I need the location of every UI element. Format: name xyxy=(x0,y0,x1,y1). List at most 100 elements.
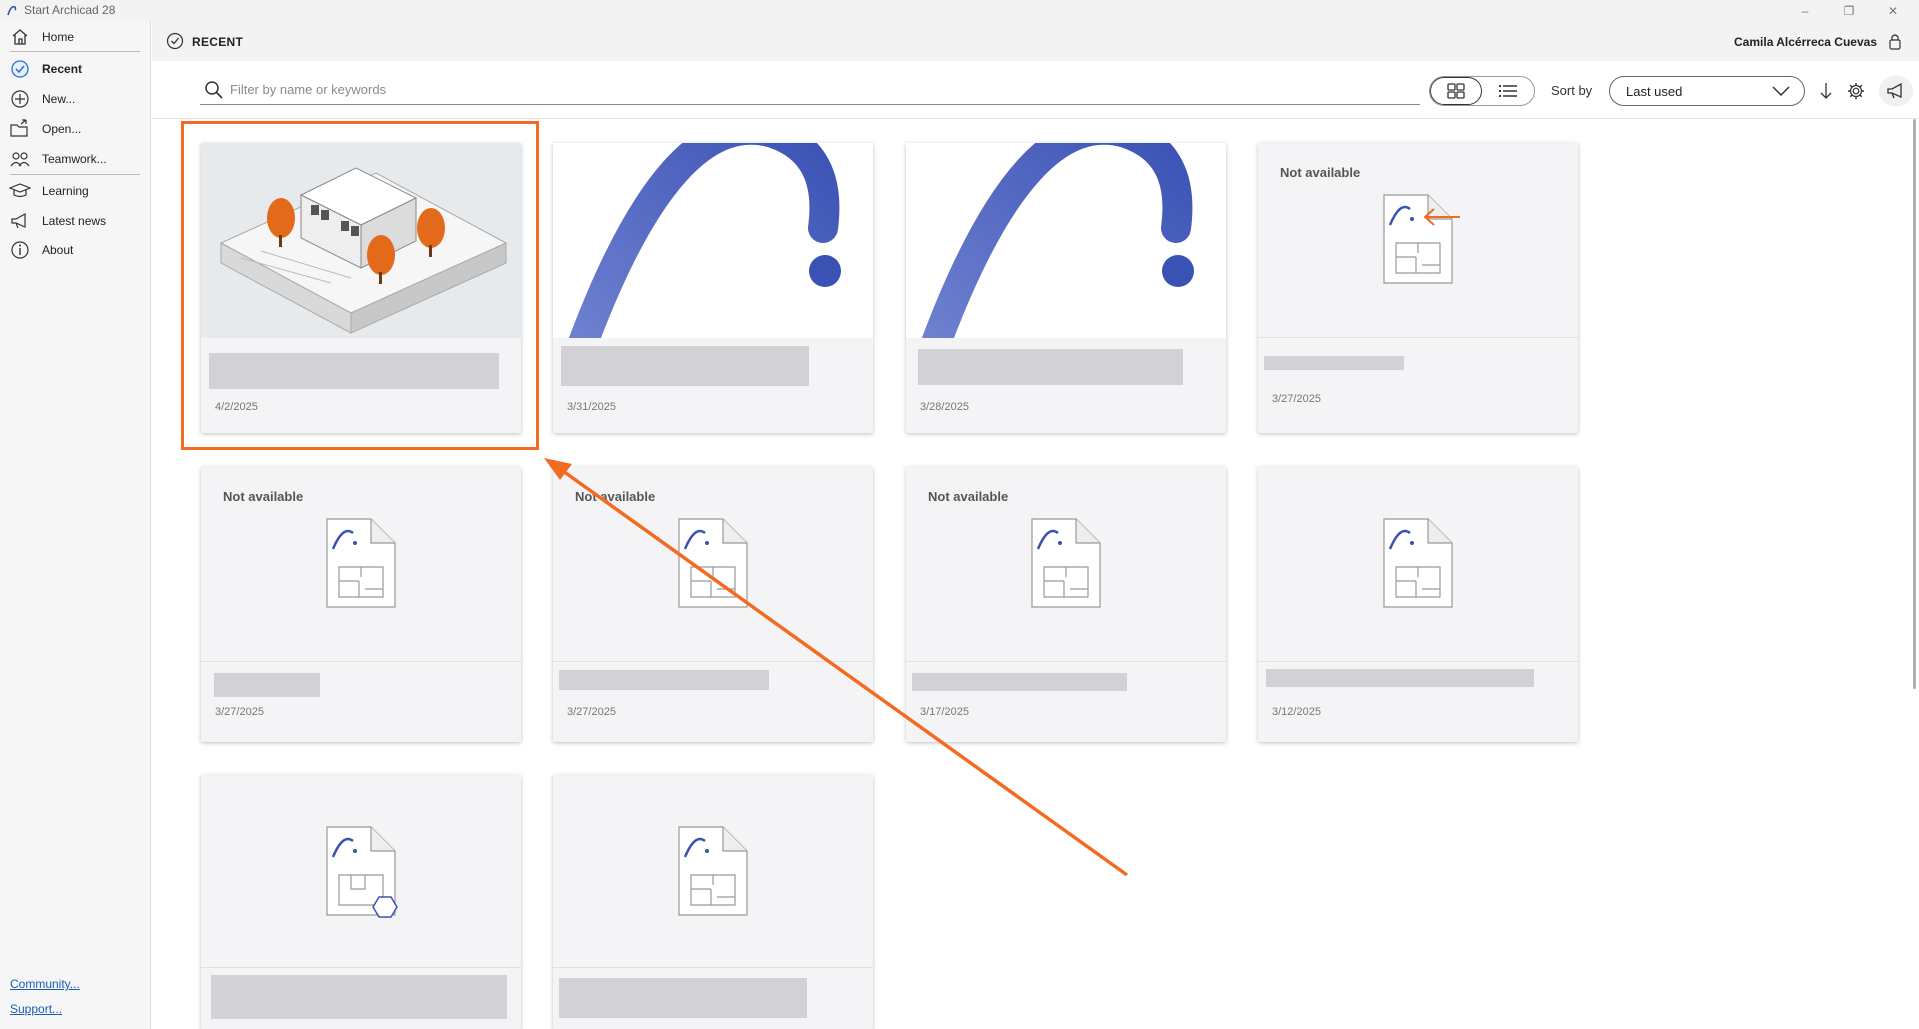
user-name[interactable]: Camila Alcérreca Cuevas xyxy=(1734,35,1877,49)
sort-label: Sort by xyxy=(1551,83,1593,98)
grid-view-button[interactable] xyxy=(1430,77,1483,105)
project-date: 3/28/2025 xyxy=(920,401,969,413)
toolbar: Sort by Last used xyxy=(152,61,1919,119)
archicad-logo-icon xyxy=(568,143,841,338)
project-date: 3/12/2025 xyxy=(1272,706,1321,718)
open-icon xyxy=(8,118,32,140)
project-name-redacted xyxy=(559,670,769,690)
sidebar-item-new[interactable]: New... xyxy=(8,86,143,112)
project-card[interactable]: 3/28/2025 xyxy=(906,143,1226,433)
sidebar-item-latest-news[interactable]: Latest news xyxy=(8,208,143,234)
project-date: 3/27/2025 xyxy=(215,706,264,718)
project-card[interactable] xyxy=(201,775,521,1029)
project-name-redacted xyxy=(559,978,807,1018)
page-header: RECENT Camila Alcérreca Cuevas xyxy=(152,21,1919,61)
archicad-file-icon xyxy=(678,826,748,916)
sidebar-item-about[interactable]: About xyxy=(8,237,143,263)
search-icon xyxy=(205,80,223,99)
scrollbar[interactable] xyxy=(1913,119,1916,689)
archicad-logo-icon xyxy=(7,5,17,16)
new-icon xyxy=(8,88,32,110)
project-thumbnail: Not available xyxy=(553,467,873,662)
not-available-label: Not available xyxy=(928,489,1009,504)
sidebar-item-label: Open... xyxy=(42,122,82,136)
sidebar-item-label: Recent xyxy=(42,62,83,76)
window-title: Start Archicad 28 xyxy=(24,3,116,17)
teamwork-icon xyxy=(8,148,32,170)
archicad-file-icon xyxy=(678,518,748,608)
project-card[interactable]: 3/12/2025 xyxy=(1258,467,1578,742)
project-thumbnail xyxy=(553,143,873,338)
project-card[interactable] xyxy=(553,775,873,1029)
project-date: 3/27/2025 xyxy=(1272,393,1321,405)
project-date: 3/17/2025 xyxy=(920,706,969,718)
project-card[interactable]: Not available 3/27/2025 xyxy=(553,467,873,742)
project-name-redacted xyxy=(1266,669,1534,687)
project-thumbnail xyxy=(906,143,1226,338)
project-name-redacted xyxy=(912,673,1127,691)
list-icon xyxy=(1499,85,1517,97)
settings-button[interactable] xyxy=(1844,78,1868,104)
sort-direction-button[interactable] xyxy=(1814,78,1838,104)
project-name-redacted xyxy=(1264,356,1404,370)
project-card[interactable]: Not available 3/27/2025 xyxy=(1258,143,1578,433)
archicad-file-icon xyxy=(1383,518,1453,608)
title-bar: Start Archicad 28 – ❐ ✕ xyxy=(0,0,1919,21)
building-model-image xyxy=(219,167,508,334)
project-thumbnail xyxy=(1258,467,1578,662)
project-thumbnail xyxy=(201,143,521,338)
sidebar: Home Recent New... Open... Teamwork... L… xyxy=(0,21,151,1029)
announcements-button[interactable] xyxy=(1879,76,1913,106)
info-icon xyxy=(8,239,32,261)
sidebar-divider xyxy=(10,51,140,52)
account-lock-icon[interactable] xyxy=(1885,31,1905,51)
megaphone-icon xyxy=(8,210,32,232)
sidebar-item-recent[interactable]: Recent xyxy=(8,56,143,82)
sidebar-item-learning[interactable]: Learning xyxy=(8,178,143,204)
project-card[interactable]: Not available 3/27/2025 xyxy=(201,467,521,742)
archicad-logo-icon xyxy=(921,143,1194,338)
page-title: RECENT xyxy=(192,35,244,49)
not-available-label: Not available xyxy=(1280,165,1361,180)
sidebar-item-label: Learning xyxy=(42,184,89,198)
archicad-file-icon xyxy=(326,518,396,608)
project-card[interactable]: 4/2/2025 xyxy=(201,143,521,433)
support-link[interactable]: Support... xyxy=(10,1002,62,1016)
sort-value: Last used xyxy=(1626,83,1683,99)
chevron-down-icon xyxy=(1772,86,1790,96)
project-date: 3/27/2025 xyxy=(567,706,616,718)
sort-dropdown[interactable]: Last used xyxy=(1609,76,1805,106)
sidebar-item-label: New... xyxy=(42,92,76,106)
project-name-redacted xyxy=(214,673,320,697)
archicad-file-icon xyxy=(1031,518,1101,608)
orange-arrow-icon xyxy=(1423,208,1460,226)
project-name-redacted xyxy=(209,353,499,389)
grid-icon xyxy=(1447,83,1465,99)
community-link[interactable]: Community... xyxy=(10,977,80,991)
sidebar-item-label: Latest news xyxy=(42,214,107,228)
sidebar-item-label: Teamwork... xyxy=(42,152,107,166)
close-button[interactable]: ✕ xyxy=(1873,0,1913,21)
minimize-button[interactable]: – xyxy=(1785,0,1825,21)
project-thumbnail xyxy=(201,775,521,968)
search-input[interactable] xyxy=(230,82,1380,97)
gear-icon xyxy=(1848,83,1864,99)
arrow-down-icon xyxy=(1820,83,1832,99)
megaphone-icon xyxy=(1887,82,1902,99)
list-view-button[interactable] xyxy=(1482,77,1534,105)
project-thumbnail: Not available xyxy=(906,467,1226,662)
recent-icon xyxy=(8,58,32,80)
project-card[interactable]: 3/31/2025 xyxy=(553,143,873,433)
sidebar-item-teamwork[interactable]: Teamwork... xyxy=(8,146,143,172)
restore-button[interactable]: ❐ xyxy=(1829,0,1869,21)
teamwork-file-icon xyxy=(326,826,398,918)
sidebar-item-home[interactable]: Home xyxy=(8,24,143,50)
project-thumbnail: Not available xyxy=(201,467,521,662)
project-name-redacted xyxy=(211,975,507,1019)
view-toggle xyxy=(1429,76,1535,106)
project-card[interactable]: Not available 3/17/2025 xyxy=(906,467,1226,742)
not-available-label: Not available xyxy=(575,489,656,504)
sidebar-item-label: Home xyxy=(42,30,75,44)
sidebar-item-label: About xyxy=(42,243,74,257)
sidebar-item-open[interactable]: Open... xyxy=(8,116,143,142)
